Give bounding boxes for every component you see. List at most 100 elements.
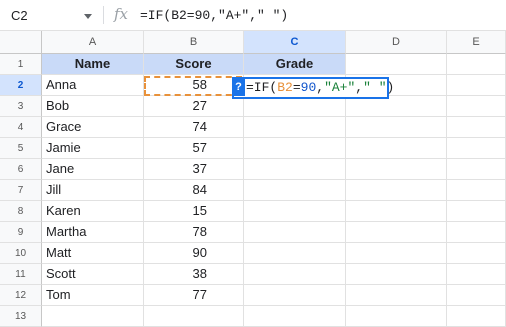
cell-b9[interactable]: 78 xyxy=(144,222,244,243)
cell-a1[interactable]: Name xyxy=(42,54,144,75)
row-header-11[interactable]: 11 xyxy=(0,264,42,285)
formula-token-number: 90 xyxy=(300,80,317,95)
cell-e7[interactable] xyxy=(447,180,506,201)
cell-editor-text[interactable]: =IF(B2=90,"A+"," ") xyxy=(246,80,394,95)
cell-b8[interactable]: 15 xyxy=(144,201,244,222)
name-box-value: C2 xyxy=(11,8,28,23)
cell-e9[interactable] xyxy=(447,222,506,243)
cell-d3[interactable] xyxy=(346,96,447,117)
cell-d10[interactable] xyxy=(346,243,447,264)
row-header-2[interactable]: 2 xyxy=(0,75,42,96)
formula-token-string: " " xyxy=(363,80,387,95)
cell-c5[interactable] xyxy=(244,138,346,159)
cell-a5[interactable]: Jamie xyxy=(42,138,144,159)
formula-token-comma: , xyxy=(355,80,364,95)
formula-token-close-paren: ) xyxy=(386,80,395,95)
cell-d13[interactable] xyxy=(346,306,447,327)
formula-token-comma: , xyxy=(316,80,325,95)
row-header-6[interactable]: 6 xyxy=(0,159,42,180)
cell-a10[interactable]: Matt xyxy=(42,243,144,264)
cell-c11[interactable] xyxy=(244,264,346,285)
cell-b2[interactable]: 58 xyxy=(144,75,244,96)
cell-c6[interactable] xyxy=(244,159,346,180)
row-header-5[interactable]: 5 xyxy=(0,138,42,159)
name-box[interactable]: C2 xyxy=(0,0,103,30)
cell-a12[interactable]: Tom xyxy=(42,285,144,306)
cell-e1[interactable] xyxy=(447,54,506,75)
column-header-a[interactable]: A xyxy=(42,31,144,54)
formula-token-if: =IF( xyxy=(246,80,278,95)
formula-bar-divider xyxy=(103,6,104,24)
column-header-e[interactable]: E xyxy=(447,31,506,54)
cell-c7[interactable] xyxy=(244,180,346,201)
row-header-4[interactable]: 4 xyxy=(0,117,42,138)
cell-c1[interactable]: Grade xyxy=(244,54,346,75)
cell-b10[interactable]: 90 xyxy=(144,243,244,264)
row-header-12[interactable]: 12 xyxy=(0,285,42,306)
cell-a2[interactable]: Anna xyxy=(42,75,144,96)
cell-e6[interactable] xyxy=(447,159,506,180)
formula-token-equals: = xyxy=(292,80,301,95)
cell-b4[interactable]: 74 xyxy=(144,117,244,138)
cell-c3[interactable] xyxy=(244,96,346,117)
cell-d8[interactable] xyxy=(346,201,447,222)
cell-c4[interactable] xyxy=(244,117,346,138)
cell-c9[interactable] xyxy=(244,222,346,243)
cell-d6[interactable] xyxy=(346,159,447,180)
column-header-d[interactable]: D xyxy=(346,31,447,54)
cell-a9[interactable]: Martha xyxy=(42,222,144,243)
row-header-10[interactable]: 10 xyxy=(0,243,42,264)
cell-c12[interactable] xyxy=(244,285,346,306)
cell-d12[interactable] xyxy=(346,285,447,306)
cell-b3[interactable]: 27 xyxy=(144,96,244,117)
row-header-3[interactable]: 3 xyxy=(0,96,42,117)
formula-token-reference: B2 xyxy=(277,80,293,95)
formula-bar: C2 fx =IF(B2=90,"A+"," ") xyxy=(0,0,506,31)
row-header-8[interactable]: 8 xyxy=(0,201,42,222)
row-header-13[interactable]: 13 xyxy=(0,306,42,327)
cell-d4[interactable] xyxy=(346,117,447,138)
cell-d1[interactable] xyxy=(346,54,447,75)
cell-c8[interactable] xyxy=(244,201,346,222)
cell-a8[interactable]: Karen xyxy=(42,201,144,222)
cell-a11[interactable]: Scott xyxy=(42,264,144,285)
cell-e5[interactable] xyxy=(447,138,506,159)
row-header-7[interactable]: 7 xyxy=(0,180,42,201)
cell-b1[interactable]: Score xyxy=(144,54,244,75)
cell-a6[interactable]: Jane xyxy=(42,159,144,180)
cell-e4[interactable] xyxy=(447,117,506,138)
cell-a4[interactable]: Grace xyxy=(42,117,144,138)
cell-e10[interactable] xyxy=(447,243,506,264)
select-all-corner[interactable] xyxy=(0,31,42,54)
cell-b5[interactable]: 57 xyxy=(144,138,244,159)
cell-b7[interactable]: 84 xyxy=(144,180,244,201)
cell-e12[interactable] xyxy=(447,285,506,306)
formula-input[interactable]: =IF(B2=90,"A+"," ") xyxy=(140,8,288,23)
cell-a3[interactable]: Bob xyxy=(42,96,144,117)
cell-b13[interactable] xyxy=(144,306,244,327)
cell-e11[interactable] xyxy=(447,264,506,285)
fx-icon: fx xyxy=(114,5,129,23)
cell-e13[interactable] xyxy=(447,306,506,327)
cell-d5[interactable] xyxy=(346,138,447,159)
formula-token-string: "A+" xyxy=(324,80,356,95)
chevron-down-icon[interactable] xyxy=(84,14,92,19)
column-header-c[interactable]: C xyxy=(244,31,346,54)
cell-e2[interactable] xyxy=(447,75,506,96)
formula-help-icon[interactable]: ? xyxy=(232,79,245,96)
cell-a7[interactable]: Jill xyxy=(42,180,144,201)
cell-b6[interactable]: 37 xyxy=(144,159,244,180)
cell-a13[interactable] xyxy=(42,306,144,327)
cell-b11[interactable]: 38 xyxy=(144,264,244,285)
cell-e8[interactable] xyxy=(447,201,506,222)
cell-e3[interactable] xyxy=(447,96,506,117)
row-header-9[interactable]: 9 xyxy=(0,222,42,243)
cell-b12[interactable]: 77 xyxy=(144,285,244,306)
row-header-1[interactable]: 1 xyxy=(0,54,42,75)
cell-d9[interactable] xyxy=(346,222,447,243)
cell-c10[interactable] xyxy=(244,243,346,264)
cell-c13[interactable] xyxy=(244,306,346,327)
cell-d11[interactable] xyxy=(346,264,447,285)
cell-d7[interactable] xyxy=(346,180,447,201)
column-header-b[interactable]: B xyxy=(144,31,244,54)
